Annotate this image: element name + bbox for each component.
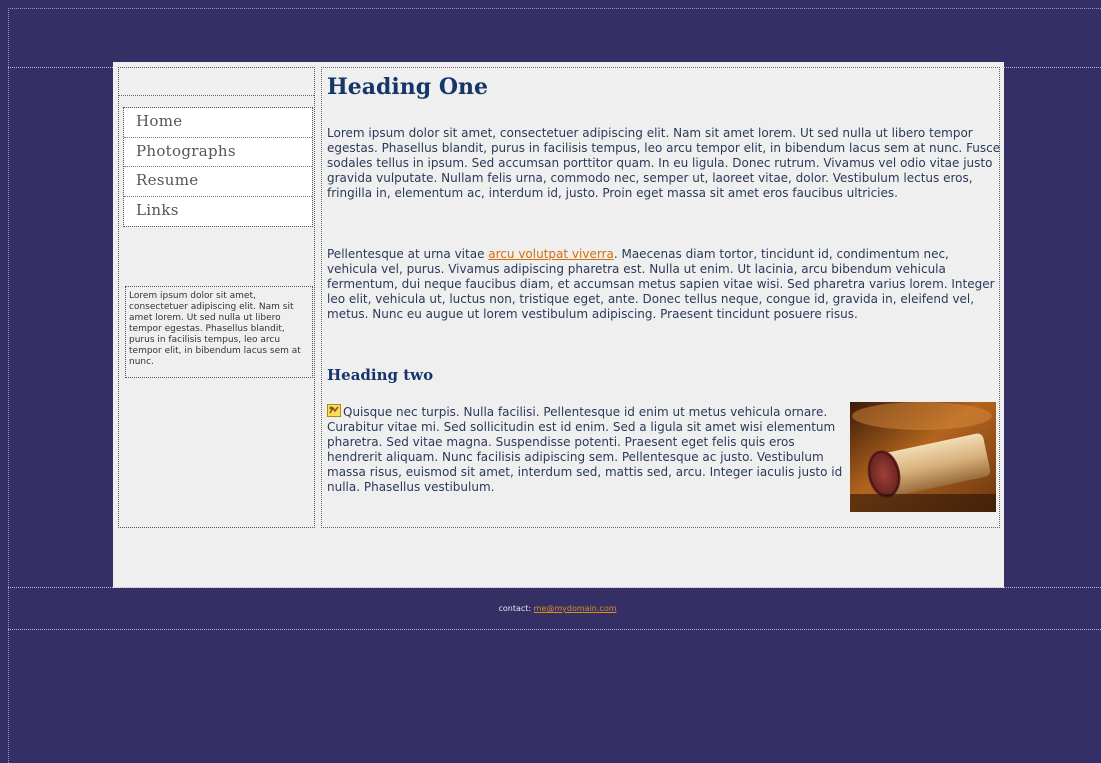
nav-item-resume[interactable]: Resume xyxy=(124,167,312,197)
wine-cork-photo xyxy=(850,402,996,512)
paragraph-three-text: Quisque nec turpis. Nulla facilisi. Pell… xyxy=(327,405,843,494)
sidebar-text-box: Lorem ipsum dolor sit amet, consectetuer… xyxy=(125,286,313,378)
broken-image-icon xyxy=(327,404,341,417)
nav-item-home[interactable]: Home xyxy=(124,108,312,138)
paragraph-three: Quisque nec turpis. Nulla facilisi. Pell… xyxy=(327,404,847,495)
nav-item-links[interactable]: Links xyxy=(124,196,312,226)
footer-email-link[interactable]: me@mydomain.com xyxy=(534,604,617,613)
sidebar: Home Photographs Resume Links Lorem ipsu… xyxy=(118,67,315,528)
page-wrapper: Home Photographs Resume Links Lorem ipsu… xyxy=(113,62,1004,588)
footer-divider-bottom xyxy=(8,629,1101,630)
footer-divider-top xyxy=(8,587,1101,588)
paragraph-one: Lorem ipsum dolor sit amet, consectetuer… xyxy=(327,126,1001,200)
main-content: Heading One Lorem ipsum dolor sit amet, … xyxy=(321,67,1000,528)
main-nav: Home Photographs Resume Links xyxy=(123,107,313,227)
heading-two: Heading two xyxy=(327,366,434,384)
inline-link[interactable]: arcu volutpat viverra xyxy=(488,247,614,261)
footer-contact: contact: me@mydomain.com xyxy=(0,604,1101,613)
paragraph-two: Pellentesque at urna vitae arcu volutpat… xyxy=(327,247,1001,322)
sidebar-divider xyxy=(119,95,314,96)
footer-contact-label: contact: xyxy=(498,604,534,613)
nav-item-photographs[interactable]: Photographs xyxy=(124,137,312,167)
heading-one: Heading One xyxy=(327,74,488,100)
paragraph-two-text-before: Pellentesque at urna vitae xyxy=(327,247,489,261)
